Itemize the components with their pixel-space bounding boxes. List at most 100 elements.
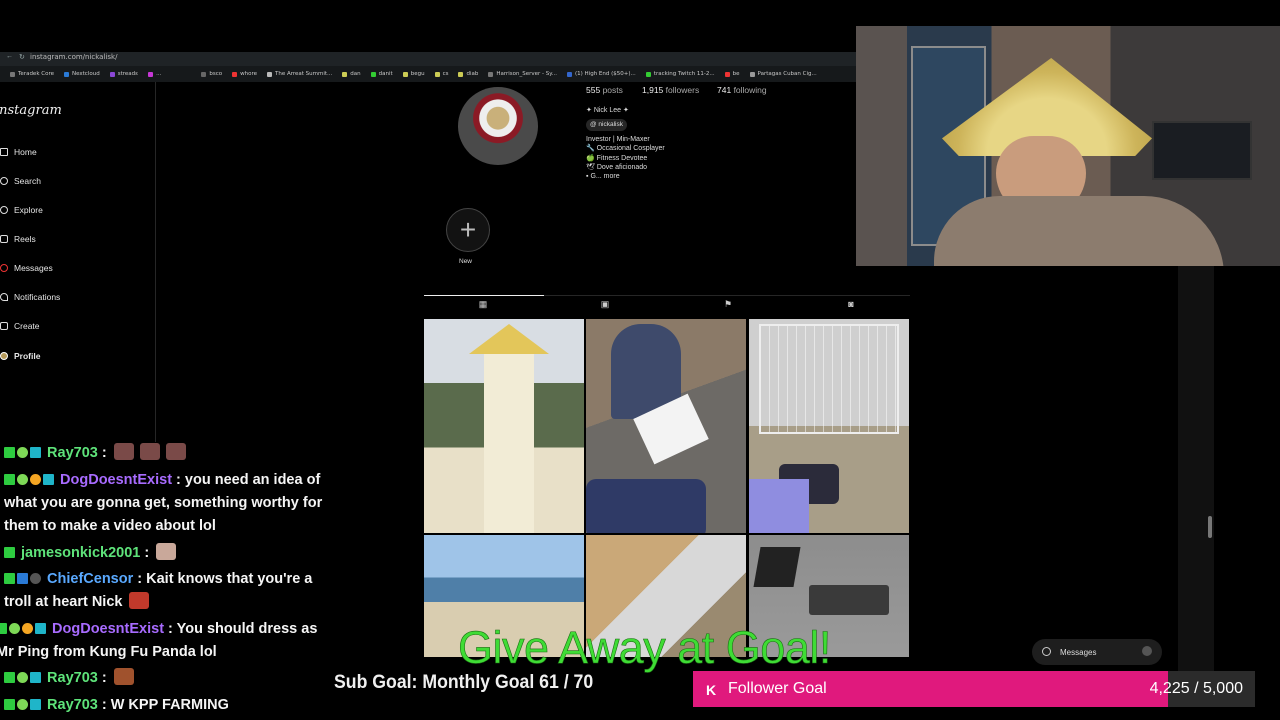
monitor-shape — [1152, 121, 1252, 180]
emote-icon — [156, 543, 177, 560]
chat-username[interactable]: ChiefCensor — [47, 571, 133, 587]
pistol-shape — [809, 585, 889, 615]
page-scrollbar-track[interactable] — [1178, 266, 1214, 682]
webcam-feed — [856, 26, 1280, 266]
bookmark-item[interactable]: cs — [434, 71, 448, 77]
sub-badge-icon — [30, 672, 41, 683]
chat-message: Ray703 : — [4, 667, 334, 690]
bookmark-item[interactable]: begu — [402, 71, 425, 77]
chat-username[interactable]: jamesonkick2001 — [21, 545, 140, 561]
emote-icon — [113, 443, 134, 460]
kick-badge-icon — [0, 623, 7, 634]
sub-goal-text: Sub Goal: Monthly Goal 61 / 70 — [334, 672, 594, 693]
chat-username[interactable]: DogDoesntExist — [52, 621, 164, 637]
chat-username[interactable]: Ray703 — [47, 697, 98, 713]
emote-icon — [139, 443, 160, 460]
gift-badge-icon — [30, 474, 41, 485]
page-scrollbar-thumb[interactable] — [1208, 516, 1212, 538]
sidebar-item-search[interactable]: Search — [0, 173, 41, 189]
back-icon[interactable]: ← — [6, 53, 13, 60]
diamond-badge-icon — [17, 474, 28, 485]
profile-name: ✦ Nick Lee ✦ — [586, 107, 629, 114]
bio-more[interactable]: ▪ G... more — [586, 172, 665, 181]
sub-badge-icon — [30, 699, 41, 710]
kick-badge-icon — [4, 672, 15, 683]
bookmark-item[interactable]: Teradek Core — [10, 71, 54, 77]
sidebar-item-reels[interactable]: Reels — [0, 231, 36, 247]
new-highlight-label: New — [459, 258, 473, 265]
sidebar-item-profile[interactable]: Profile — [0, 348, 40, 364]
bookmarks-bar: Teradek Core Nextcloud streadε ... bsco … — [0, 66, 856, 82]
diamond-badge-icon — [17, 672, 28, 683]
create-icon — [0, 322, 8, 330]
bookmark-item[interactable]: (1) High End ($50+)... — [567, 71, 636, 77]
grid-tab-icon[interactable]: ▦ — [478, 299, 488, 309]
bookmark-item[interactable]: Partagas Cuban Cig... — [749, 71, 817, 77]
sub-badge-icon — [43, 474, 54, 485]
sidebar-item-home[interactable]: Home — [0, 144, 37, 160]
kick-badge-icon — [4, 474, 15, 485]
reels-tab-icon[interactable]: ▣ — [600, 299, 610, 309]
bookmark-item[interactable]: tracking Twitch 11-2... — [645, 71, 715, 77]
kick-badge-icon — [4, 447, 15, 458]
posts-count: 555 posts — [586, 85, 623, 95]
chat-username[interactable]: Ray703 — [47, 445, 98, 461]
bookmark-item[interactable]: The Arreat Summit... — [266, 71, 332, 77]
profile-avatar[interactable] — [458, 87, 538, 165]
bookmark-item[interactable]: whore — [232, 71, 257, 77]
bio-line: 🍏 Fitness Devotee — [586, 154, 648, 162]
followers-count[interactable]: 1,915 followers — [642, 85, 699, 95]
post-thumbnail[interactable] — [586, 319, 746, 533]
messenger-icon — [1042, 647, 1051, 656]
giveaway-banner: Give Away at Goal! — [458, 622, 832, 674]
avatar-stack-icon — [1142, 646, 1152, 656]
bookmark-item[interactable]: be — [724, 71, 740, 77]
chat-username[interactable]: DogDoesntExist — [60, 472, 172, 488]
chat-text: W KPP FARMING — [110, 697, 229, 713]
instagram-logo[interactable]: Instagram — [0, 103, 62, 118]
heart-icon — [0, 293, 8, 301]
vip-badge-icon — [30, 573, 41, 584]
profile-bio: ✦ Nick Lee ✦ @ nickalisk Investor | Min-… — [586, 106, 665, 182]
diamond-badge-icon — [9, 623, 20, 634]
post-thumbnail[interactable] — [424, 319, 584, 533]
diamond-badge-icon — [17, 699, 28, 710]
bookmark-item[interactable]: Harrison_Server - Sy... — [488, 71, 557, 77]
bookmark-item[interactable]: ... — [148, 71, 161, 77]
chat-username[interactable]: Ray703 — [47, 670, 98, 686]
new-highlight-button[interactable]: + — [446, 208, 490, 252]
bookmark-item[interactable]: danit — [370, 71, 393, 77]
threads-handle-badge[interactable]: @ nickalisk — [586, 119, 627, 131]
search-icon — [0, 177, 8, 185]
mod-badge-icon — [17, 573, 28, 584]
reload-icon[interactable]: ↻ — [19, 53, 25, 61]
messenger-icon — [0, 264, 8, 272]
home-icon — [0, 148, 8, 156]
post-thumbnail[interactable] — [749, 319, 909, 533]
sidebar-item-explore[interactable]: Explore — [0, 202, 43, 218]
figure-shape — [484, 354, 534, 533]
emote-icon — [165, 443, 186, 460]
browser-toolbar — [0, 52, 856, 66]
tagged-tab-icon[interactable]: ◙ — [846, 299, 856, 309]
bookmark-item[interactable]: diab — [458, 71, 478, 77]
sidebar-item-notifications[interactable]: Notifications — [0, 289, 60, 305]
chat-message: DogDoesntExist : you need an idea of wha… — [4, 472, 323, 534]
gift-badge-icon — [22, 623, 33, 634]
address-bar[interactable]: instagram.com/nickalisk/ — [30, 53, 117, 61]
shirt-shape — [934, 196, 1224, 266]
following-count[interactable]: 741 following — [717, 85, 767, 95]
follower-goal-bar: K Follower Goal 4,225 / 5,000 — [693, 671, 1255, 707]
chat-message: Ray703 : — [4, 442, 334, 465]
bio-line: 🕊 Dove aficionado — [586, 164, 648, 172]
sidebar-item-messages[interactable]: Messages — [0, 260, 53, 276]
sub-badge-icon — [35, 623, 46, 634]
bookmark-item[interactable]: streadε — [109, 71, 138, 77]
bookmark-item[interactable]: bsco — [201, 71, 222, 77]
bookmark-item[interactable]: Nextcloud — [63, 71, 100, 77]
sidebar-item-create[interactable]: Create — [0, 318, 40, 334]
bookmark-item[interactable]: dan — [342, 71, 361, 77]
saved-tab-icon[interactable]: ⚑ — [723, 299, 733, 309]
compass-icon — [0, 206, 8, 214]
messages-floating-button[interactable]: Messages — [1032, 639, 1162, 665]
